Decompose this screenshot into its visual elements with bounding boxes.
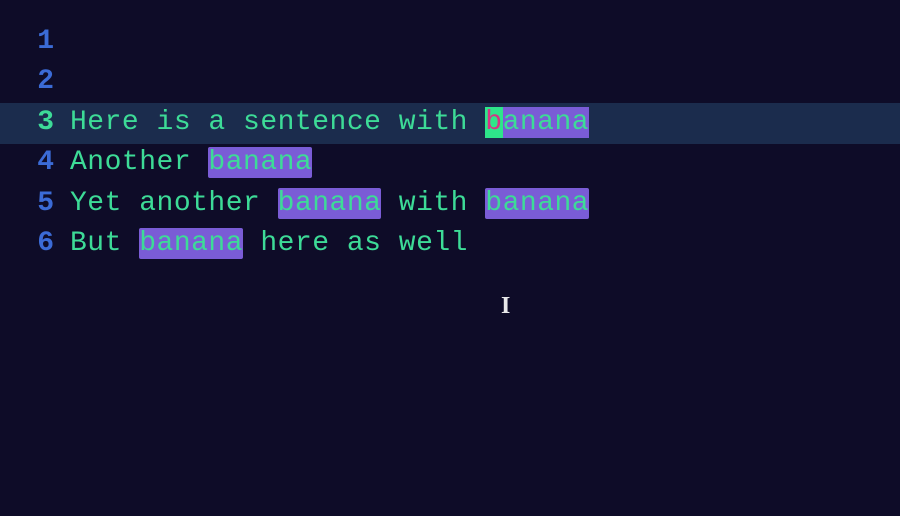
editor-line[interactable]: 1 — [0, 22, 900, 63]
text-segment: here as well — [243, 228, 468, 259]
text-cursor-icon: I — [501, 289, 510, 324]
line-number: 4 — [0, 143, 70, 184]
code-editor[interactable]: 123Here is a sentence with banana4Anothe… — [0, 22, 900, 265]
editor-line[interactable]: 2 — [0, 63, 900, 104]
line-content[interactable]: Another banana — [70, 143, 312, 184]
search-highlight: anana — [503, 107, 590, 138]
search-highlight: banana — [485, 188, 589, 219]
text-segment: Yet another — [70, 188, 278, 219]
search-highlight: banana — [278, 188, 382, 219]
search-highlight: banana — [139, 228, 243, 259]
line-content[interactable]: But banana here as well — [70, 224, 468, 265]
editor-line[interactable]: 6But banana here as well — [0, 225, 900, 266]
text-segment: But — [70, 228, 139, 259]
line-number: 6 — [0, 224, 70, 265]
text-segment: with — [381, 188, 485, 219]
line-number: 1 — [0, 22, 70, 63]
search-highlight: banana — [208, 147, 312, 178]
editor-line[interactable]: 5Yet another banana with banana — [0, 184, 900, 225]
text-segment: Another — [70, 147, 208, 178]
line-content[interactable]: Yet another banana with banana — [70, 184, 589, 225]
editor-line[interactable]: 3Here is a sentence with banana — [0, 103, 900, 144]
line-number: 3 — [0, 103, 70, 144]
editor-line[interactable]: 4Another banana — [0, 144, 900, 185]
line-content[interactable]: Here is a sentence with banana — [70, 103, 589, 144]
line-number: 2 — [0, 62, 70, 103]
line-number: 5 — [0, 184, 70, 225]
text-segment: Here is a sentence with — [70, 107, 485, 138]
cursor-char: b — [485, 107, 502, 138]
